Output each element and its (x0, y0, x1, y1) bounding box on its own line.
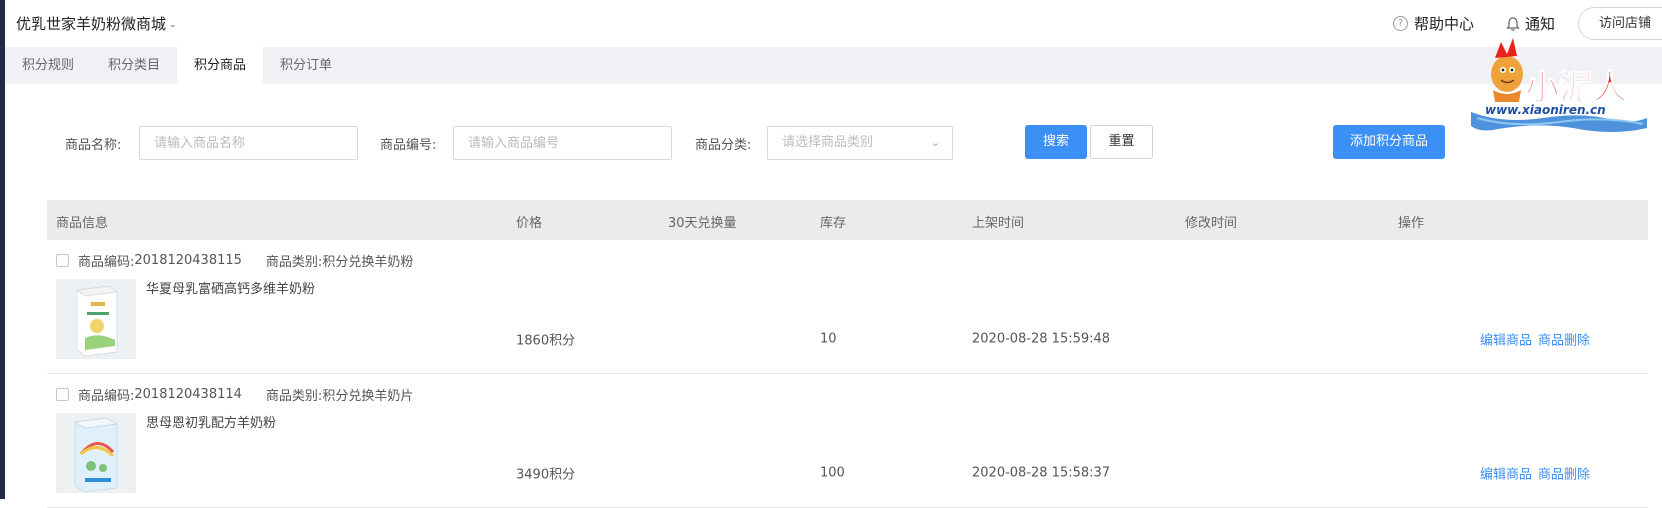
col-actions: 操作 (1398, 216, 1425, 231)
category-label: 商品类别: (265, 389, 323, 404)
code-label: 商品编码: (78, 389, 135, 404)
reset-button[interactable]: 重置 (1090, 125, 1153, 159)
chevron-down-icon: ⌄ (930, 136, 940, 149)
product-code: 2018120438114 (134, 387, 242, 402)
code-label: 商品编码: (78, 255, 135, 270)
add-points-product-button[interactable]: 添加积分商品 (1333, 125, 1445, 159)
product-code: 2018120438115 (134, 253, 242, 268)
shop-switcher[interactable]: 优乳世家羊奶粉微商城 ⌄ (16, 13, 177, 34)
tab-points-products[interactable]: 积分商品 (177, 47, 264, 84)
col-listed-time: 上架时间 (972, 216, 1025, 231)
row-actions: 编辑商品 商品删除 (1480, 464, 1590, 483)
product-thumbnail (56, 279, 136, 359)
help-center-link[interactable]: ? 帮助中心 (1393, 13, 1474, 34)
col-modified-time: 修改时间 (1185, 216, 1238, 231)
products-table: 商品信息 价格 30天兑换量 库存 上架时间 修改时间 操作 商品编码: 201… (47, 200, 1648, 508)
search-button[interactable]: 搜索 (1025, 125, 1087, 159)
product-category: 积分兑换羊奶粉 (322, 255, 414, 270)
col-30day-redemptions: 30天兑换量 (668, 216, 737, 231)
tab-points-categories[interactable]: 积分类目 (91, 47, 177, 84)
table-row: 商品编码: 2018120438115 商品类别: 积分兑换羊奶粉 华夏母乳富硒… (47, 240, 1648, 374)
watermark-text: 小泥人 (1525, 68, 1627, 108)
edit-product-link[interactable]: 编辑商品 (1480, 330, 1532, 349)
watermark-url: www.xiaoniren.cn (1485, 103, 1606, 117)
watermark-logo: 小泥人 www.xiaoniren.cn (1471, 38, 1647, 132)
tab-bar: 积分规则 积分类目 积分商品 积分订单 (5, 47, 1662, 84)
delete-product-link[interactable]: 商品删除 (1538, 330, 1590, 349)
row-checkbox[interactable] (56, 388, 69, 401)
product-name: 华夏母乳富硒高钙多维羊奶粉 (146, 282, 316, 297)
product-price: 3490积分 (516, 467, 576, 483)
product-name-label: 商品名称: (65, 138, 122, 153)
row-checkbox[interactable] (56, 254, 69, 267)
product-thumbnail (56, 413, 136, 493)
table-row: 商品编码: 2018120438114 商品类别: 积分兑换羊奶片 思母恩初乳配… (47, 374, 1648, 508)
row-actions: 编辑商品 商品删除 (1480, 330, 1590, 349)
product-category-select[interactable]: 请选择商品类别 ⌄ (767, 126, 953, 160)
row-meta: 商品编码: 2018120438115 商品类别: 积分兑换羊奶粉 (56, 251, 413, 270)
product-name-input[interactable] (139, 126, 358, 160)
delete-product-link[interactable]: 商品删除 (1538, 464, 1590, 483)
product-listed-time: 2020-08-28 15:59:48 (972, 331, 1111, 347)
product-name: 思母恩初乳配方羊奶粉 (146, 416, 277, 431)
category-label: 商品类别: (265, 255, 323, 270)
row-meta: 商品编码: 2018120438114 商品类别: 积分兑换羊奶片 (56, 385, 413, 404)
milk-box-image (57, 414, 135, 492)
product-category: 积分兑换羊奶片 (322, 389, 414, 404)
tab-points-rules[interactable]: 积分规则 (5, 47, 91, 84)
edit-product-link[interactable]: 编辑商品 (1480, 464, 1532, 483)
filter-bar: 商品名称: 商品编号: 商品分类: 请选择商品类别 ⌄ 搜索 重置 添加积分商品 (5, 125, 1662, 160)
top-bar: 优乳世家羊奶粉微商城 ⌄ ? 帮助中心 通知 访问店铺 (5, 0, 1662, 47)
shop-title: 优乳世家羊奶粉微商城 (16, 15, 167, 33)
tab-points-orders[interactable]: 积分订单 (263, 47, 349, 84)
table-header: 商品信息 价格 30天兑换量 库存 上架时间 修改时间 操作 (47, 200, 1648, 240)
product-stock: 100 (820, 465, 845, 481)
help-icon: ? (1393, 16, 1408, 31)
category-placeholder: 请选择商品类别 (782, 135, 874, 150)
product-code-label: 商品编号: (380, 138, 437, 153)
col-stock: 库存 (820, 216, 847, 231)
product-code-input[interactable] (453, 126, 672, 160)
product-category-label: 商品分类: (695, 138, 752, 153)
col-product-info: 商品信息 (56, 216, 109, 231)
product-price: 1860积分 (516, 333, 576, 349)
product-stock: 10 (820, 331, 837, 347)
col-price: 价格 (516, 216, 543, 231)
milk-can-image (57, 280, 135, 358)
chevron-down-icon: ⌄ (169, 19, 177, 30)
product-listed-time: 2020-08-28 15:58:37 (972, 465, 1111, 481)
